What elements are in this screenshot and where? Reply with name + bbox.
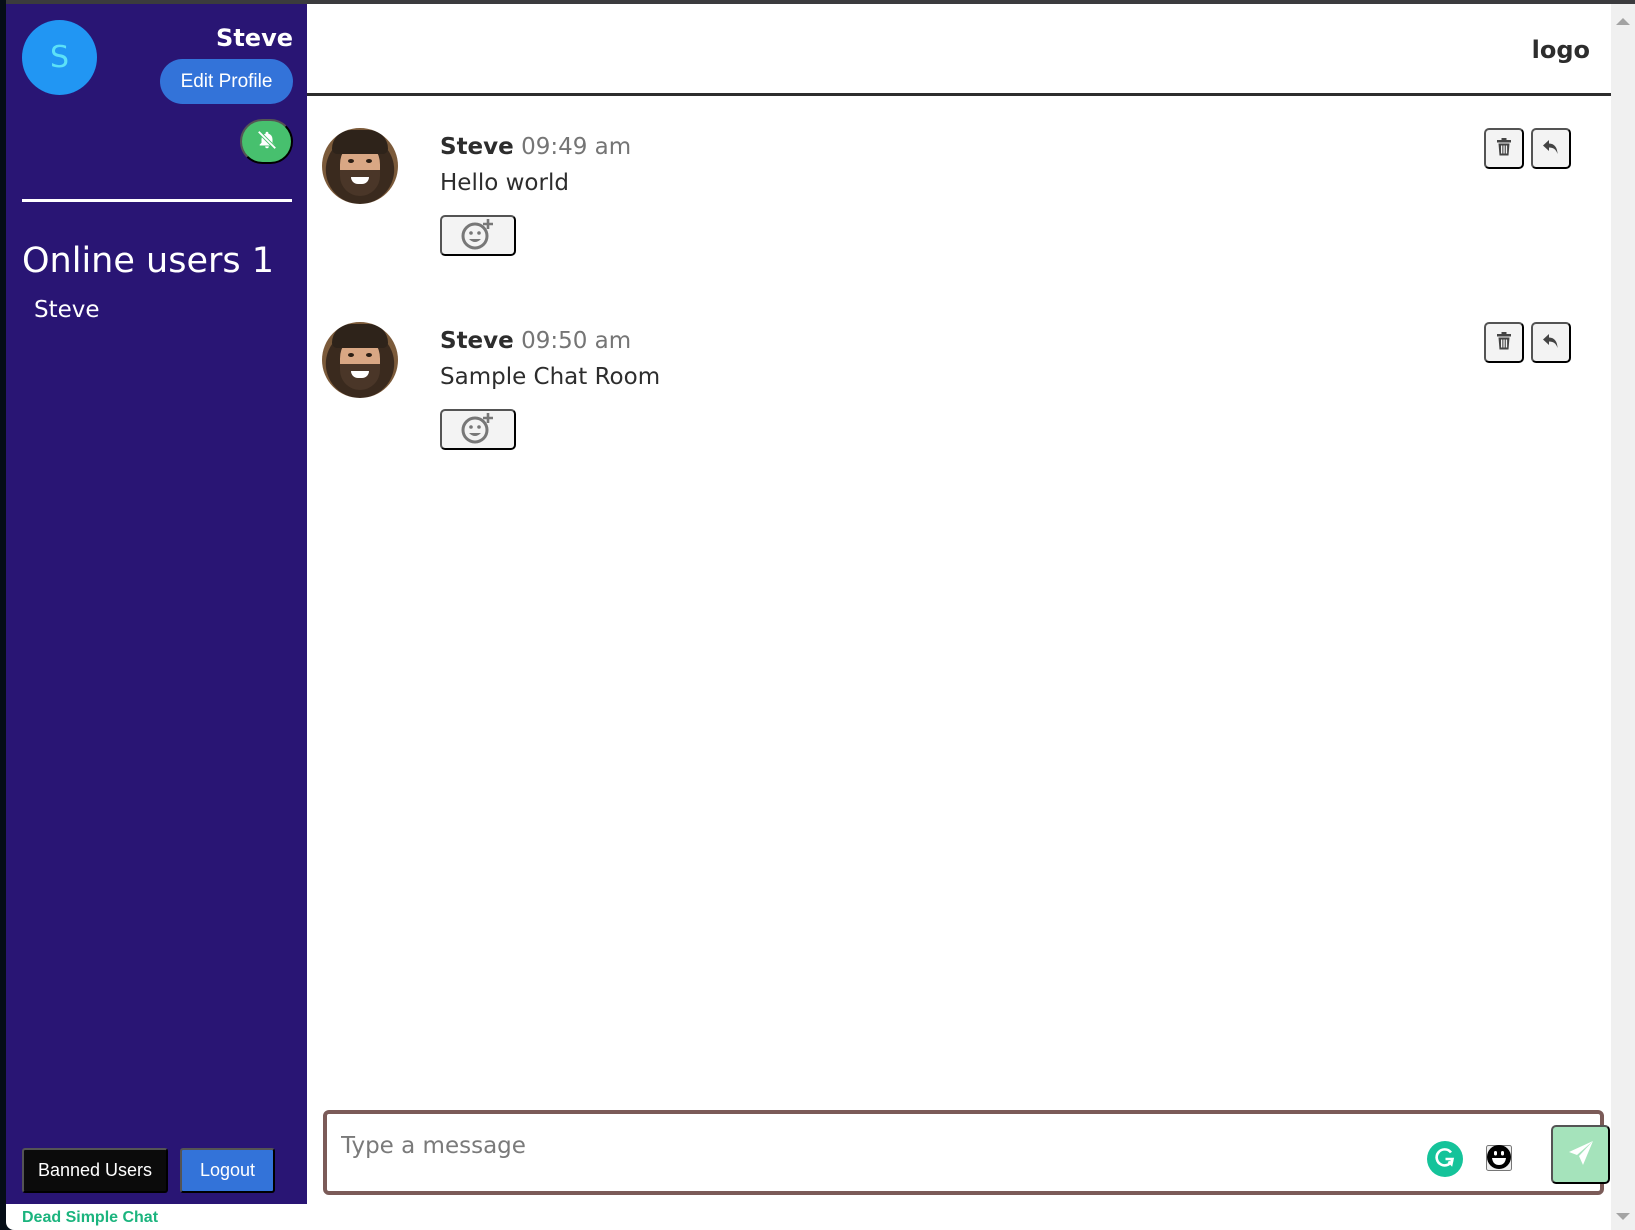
avatar-initial: S (49, 40, 70, 75)
online-user-item[interactable]: Steve (34, 297, 100, 323)
online-users-count: 1 (251, 241, 275, 281)
reply-message-button[interactable] (1531, 128, 1571, 169)
reply-icon (1542, 139, 1560, 158)
online-users-heading: Online users 1 (22, 241, 274, 281)
message-text: Sample Chat Room (440, 364, 661, 390)
delete-message-button[interactable] (1484, 128, 1524, 169)
message-meta: Steve 09:49 am (440, 134, 631, 160)
online-users-label: Online users (22, 241, 241, 281)
scroll-down-arrow-icon[interactable] (1616, 1213, 1630, 1220)
edit-profile-button[interactable]: Edit Profile (160, 59, 293, 104)
message-author: Steve (440, 134, 514, 160)
message-composer (323, 1110, 1610, 1195)
logo: logo (1531, 36, 1590, 64)
sidebar-divider (22, 199, 292, 202)
chat-main: logo Steve 09:49 am Hello world Steve 09… (307, 4, 1611, 1230)
sidebar: S Steve Edit Profile Online users 1 Stev… (6, 4, 307, 1204)
logout-button[interactable]: Logout (180, 1148, 275, 1193)
message-time: 09:49 am (521, 134, 632, 160)
mute-notifications-button[interactable] (240, 119, 293, 164)
add-reaction-icon (458, 216, 498, 255)
grammarly-icon (1433, 1145, 1457, 1174)
add-reaction-icon (458, 410, 498, 449)
message-text: Hello world (440, 170, 569, 196)
message-item: Steve 09:50 am Sample Chat Room (307, 322, 1611, 472)
user-avatar (322, 322, 398, 398)
user-avatar (322, 128, 398, 204)
scrollbar[interactable] (1611, 4, 1635, 1230)
trash-icon (1496, 138, 1512, 159)
emoji-picker-button[interactable] (1486, 1144, 1512, 1173)
message-input[interactable] (341, 1126, 1341, 1166)
brand-link[interactable]: Dead Simple Chat (22, 1209, 158, 1227)
reply-message-button[interactable] (1531, 322, 1571, 363)
message-time: 09:50 am (521, 328, 632, 354)
reply-icon (1542, 333, 1560, 352)
chat-header: logo (307, 4, 1611, 96)
delete-message-button[interactable] (1484, 322, 1524, 363)
emoji-icon (1486, 1144, 1512, 1173)
add-reaction-button[interactable] (440, 409, 516, 450)
profile-avatar[interactable]: S (22, 20, 97, 95)
bell-slash-icon (256, 129, 278, 154)
banned-users-button[interactable]: Banned Users (22, 1148, 168, 1193)
message-item: Steve 09:49 am Hello world (307, 128, 1611, 278)
message-author: Steve (440, 328, 514, 354)
send-icon (1567, 1139, 1595, 1170)
chat-window: S Steve Edit Profile Online users 1 Stev… (6, 0, 1635, 1230)
message-meta: Steve 09:50 am (440, 328, 631, 354)
profile-name: Steve (216, 24, 293, 52)
trash-icon (1496, 332, 1512, 353)
add-reaction-button[interactable] (440, 215, 516, 256)
scroll-up-arrow-icon[interactable] (1616, 18, 1630, 25)
send-button[interactable] (1551, 1125, 1610, 1184)
grammarly-button[interactable] (1427, 1141, 1463, 1177)
